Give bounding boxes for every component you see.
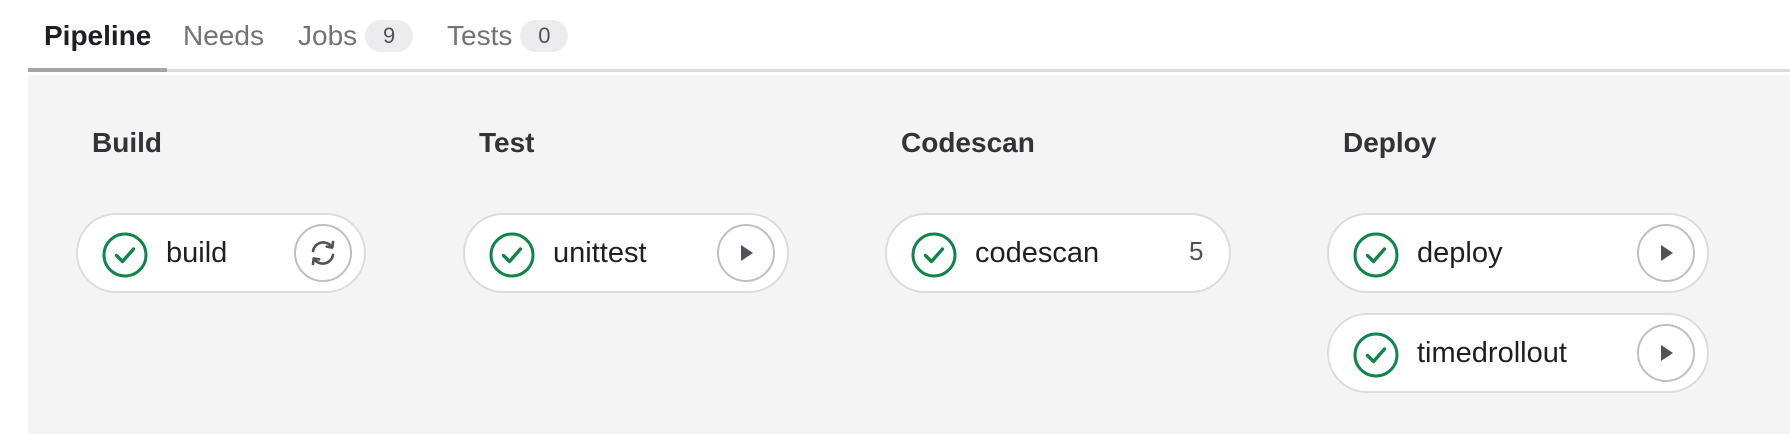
tab-needs[interactable]: Needs	[183, 0, 264, 72]
play-icon	[734, 241, 758, 265]
stage-title-deploy: Deploy	[1343, 127, 1437, 158]
active-tab-indicator	[28, 68, 167, 72]
status-success-icon	[489, 232, 535, 278]
play-icon	[1654, 241, 1678, 265]
status-success-icon	[1353, 232, 1399, 278]
tab-jobs-label: Jobs	[298, 20, 358, 51]
play-button[interactable]	[1637, 224, 1695, 282]
job-name: timedrollout	[1417, 337, 1567, 369]
tab-tests[interactable]: Tests 0	[447, 0, 569, 72]
retry-icon	[306, 236, 340, 270]
tab-needs-label: Needs	[183, 20, 264, 51]
job-deploy[interactable]: deploy	[1327, 213, 1709, 293]
status-success-icon	[911, 232, 957, 278]
jobs-count-badge: 9	[365, 20, 414, 52]
tab-tests-label: Tests	[447, 20, 513, 51]
tests-count-badge: 0	[520, 20, 569, 52]
parallel-jobs-count: 5	[1189, 236, 1204, 266]
status-success-icon	[1353, 332, 1399, 378]
job-name: codescan	[975, 237, 1100, 269]
stage-title-test: Test	[479, 127, 535, 158]
stage-title-build: Build	[92, 127, 162, 158]
retry-button[interactable]	[294, 224, 352, 282]
tab-pipeline[interactable]: Pipeline	[44, 0, 151, 72]
pipeline-tabs: Pipeline Needs Jobs 9 Tests 0	[28, 0, 1790, 72]
job-name: unittest	[553, 237, 647, 269]
tab-jobs[interactable]: Jobs 9	[298, 0, 414, 72]
job-build[interactable]: build	[76, 213, 366, 293]
job-name: deploy	[1417, 237, 1503, 269]
play-button[interactable]	[717, 224, 775, 282]
play-icon	[1654, 341, 1678, 365]
job-unittest[interactable]: unittest	[463, 213, 789, 293]
status-success-icon	[102, 232, 148, 278]
job-timedrollout[interactable]: timedrollout	[1327, 313, 1709, 393]
tab-pipeline-label: Pipeline	[44, 20, 152, 51]
job-name: build	[166, 237, 228, 269]
play-button[interactable]	[1637, 324, 1695, 382]
stage-title-codescan: Codescan	[901, 127, 1035, 158]
job-codescan[interactable]: codescan 5	[885, 213, 1231, 293]
